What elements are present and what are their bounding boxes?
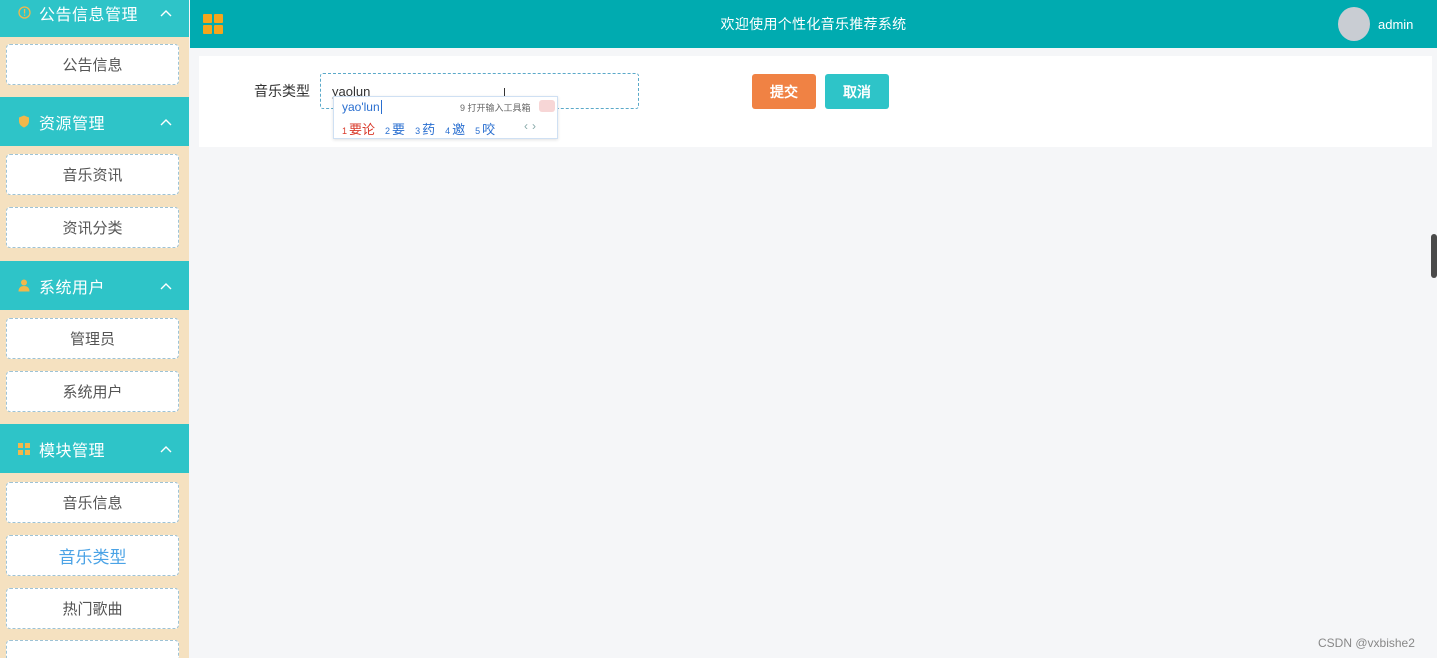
sidebar-item-partial[interactable] <box>6 640 179 658</box>
ime-candidate-number: 5 <box>475 126 481 136</box>
music-type-label: 音乐类型 <box>254 83 310 99</box>
ime-composition: yao'lun <box>342 100 382 114</box>
ime-candidate-text: 要论 <box>349 122 376 137</box>
submit-button[interactable]: 提交 <box>752 74 816 109</box>
chevron-right-icon[interactable]: › <box>532 119 536 133</box>
username[interactable]: admin <box>1378 0 1413 48</box>
sidebar-group-announcements[interactable]: 公告信息管理 <box>0 0 189 37</box>
sidebar-item-label: 公告信息 <box>62 57 123 74</box>
scrollbar-thumb[interactable] <box>1431 234 1437 278</box>
sidebar: 公告信息管理 公告信息 资源管理 音乐资讯 资讯分类 系统用户 管理员 系统用户… <box>0 0 189 658</box>
ime-candidate-number: 4 <box>445 126 451 136</box>
ime-candidate-popup: yao'lun 9 打开输入工具箱 1 要论 2 要 3 药 4 邀 5 咬 ‹… <box>333 96 558 139</box>
ime-page-arrows: ‹ › <box>524 119 536 133</box>
ime-logo-icon <box>539 100 555 112</box>
chevron-up-icon <box>155 445 177 453</box>
chevron-left-icon[interactable]: ‹ <box>524 119 528 133</box>
ime-toolbox-hint[interactable]: 9 打开输入工具箱 <box>460 101 531 114</box>
sidebar-item-system-user[interactable]: 系统用户 <box>6 371 179 412</box>
chevron-up-icon <box>155 118 177 126</box>
watermark: CSDN @vxbishe2 <box>1318 636 1415 650</box>
ime-candidate-text: 邀 <box>452 122 466 137</box>
ime-candidate[interactable]: 4 邀 <box>445 119 465 138</box>
sidebar-group-modules[interactable]: 模块管理 <box>0 424 189 473</box>
sidebar-group-resources[interactable]: 资源管理 <box>0 97 189 146</box>
ime-candidate[interactable]: 2 要 <box>385 119 405 138</box>
sidebar-item-label: 音乐类型 <box>58 548 127 567</box>
cancel-button[interactable]: 取消 <box>825 74 889 109</box>
top-bar: 欢迎使用个性化音乐推荐系统 admin <box>190 0 1437 48</box>
sidebar-item-label: 热门歌曲 <box>62 601 123 618</box>
sidebar-group-label: 模块管理 <box>39 442 106 460</box>
grid-icon <box>17 442 31 456</box>
info-circle-icon <box>17 6 31 20</box>
sidebar-item-label: 音乐资讯 <box>62 167 123 184</box>
user-icon <box>17 279 31 293</box>
chevron-up-icon <box>155 282 177 290</box>
ime-candidate-text: 要 <box>392 122 406 137</box>
sidebar-group-label: 公告信息管理 <box>39 6 139 24</box>
sidebar-item-label: 管理员 <box>69 331 115 348</box>
sidebar-item-label: 资讯分类 <box>62 220 123 237</box>
ime-candidate[interactable]: 5 咬 <box>475 119 495 138</box>
sidebar-item-news-category[interactable]: 资讯分类 <box>6 207 179 248</box>
sidebar-item-label: 系统用户 <box>62 384 123 401</box>
ime-candidate-text: 药 <box>422 122 436 137</box>
ime-candidate-text: 咬 <box>482 122 496 137</box>
avatar[interactable] <box>1338 7 1370 41</box>
sidebar-item-label: 音乐信息 <box>62 495 123 512</box>
sidebar-item-music-info[interactable]: 音乐信息 <box>6 482 179 523</box>
ime-candidate-number: 2 <box>385 126 391 136</box>
shield-icon <box>17 115 31 129</box>
sidebar-item-music-news[interactable]: 音乐资讯 <box>6 154 179 195</box>
sidebar-group-label: 资源管理 <box>39 115 106 133</box>
sidebar-item-announcement-info[interactable]: 公告信息 <box>6 44 179 85</box>
sidebar-group-system-users[interactable]: 系统用户 <box>0 261 189 310</box>
ime-candidate-list: 1 要论 2 要 3 药 4 邀 5 咬 <box>342 119 505 138</box>
sidebar-item-hot-songs[interactable]: 热门歌曲 <box>6 588 179 629</box>
ime-candidate[interactable]: 1 要论 <box>342 119 375 138</box>
chevron-up-icon <box>155 9 177 17</box>
sidebar-item-admin[interactable]: 管理员 <box>6 318 179 359</box>
sidebar-group-label: 系统用户 <box>39 279 106 297</box>
ime-candidate-number: 3 <box>415 126 421 136</box>
ime-candidate-number: 1 <box>342 126 348 136</box>
ime-candidate[interactable]: 3 药 <box>415 119 435 138</box>
page-title: 欢迎使用个性化音乐推荐系统 <box>720 16 907 32</box>
sidebar-item-music-type[interactable]: 音乐类型 <box>6 535 179 576</box>
